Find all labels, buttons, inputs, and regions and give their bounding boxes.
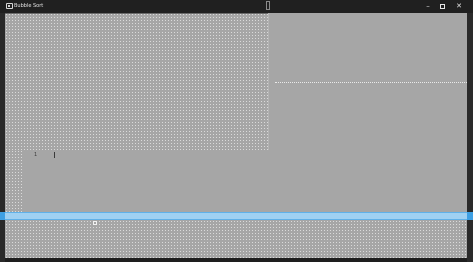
selection-bar[interactable] [0, 212, 473, 220]
bottom-panel [5, 220, 467, 258]
title-bar[interactable]: Bubble Sort – ✕ [0, 0, 473, 13]
right-border-lower [467, 220, 473, 262]
top-panel-edge [5, 13, 268, 14]
close-button[interactable]: ✕ [452, 0, 466, 13]
app-icon [6, 3, 13, 9]
line-number-label: 1 [34, 152, 38, 158]
maximize-button[interactable] [435, 0, 449, 13]
app-window: Bubble Sort – ✕ 1 [0, 0, 473, 262]
maximize-icon [439, 3, 445, 9]
left-gutter [5, 150, 24, 213]
selection-bar-edge-left [0, 212, 5, 220]
dotted-guide [275, 82, 467, 83]
selection-bar-edge-right [467, 212, 473, 220]
right-border [467, 13, 473, 212]
text-cursor [54, 152, 55, 158]
square-icon [93, 221, 97, 225]
top-panel [5, 13, 268, 150]
window-title: Bubble Sort [14, 3, 44, 9]
drag-handle-icon[interactable] [266, 1, 270, 10]
minimize-button[interactable]: – [421, 0, 435, 13]
panel-splitter[interactable] [268, 13, 269, 150]
